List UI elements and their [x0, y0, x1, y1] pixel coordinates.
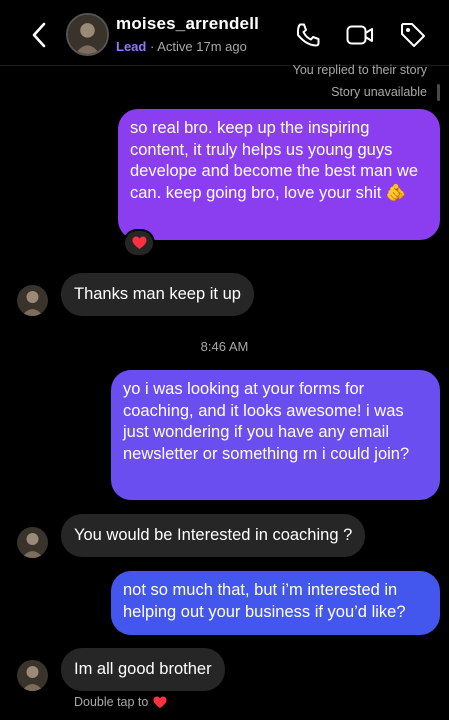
double-tap-text: Double tap to	[74, 695, 149, 709]
outgoing-message[interactable]: so real bro. keep up the inspiring conte…	[118, 109, 440, 240]
message-text: so real bro. keep up the inspiring conte…	[130, 119, 419, 202]
tag-icon[interactable]	[398, 20, 428, 50]
outgoing-message[interactable]: yo i was looking at your forms for coach…	[111, 370, 440, 500]
lead-label: Lead	[116, 39, 147, 54]
header-avatar[interactable]	[66, 13, 109, 56]
chat-header: moises_arrendell Lead · Active 17m ago	[0, 0, 449, 66]
message-timestamp: 8:46 AM	[200, 339, 249, 354]
contact-avatar[interactable]	[17, 527, 48, 558]
message-text: Thanks man keep it up	[74, 284, 241, 303]
story-reply-note: You replied to their story	[292, 63, 427, 77]
pointing-emoji: 🫵	[385, 183, 407, 202]
active-status: Active 17m ago	[157, 39, 247, 54]
heart-icon[interactable]	[153, 695, 167, 709]
outgoing-message[interactable]: not so much that, but i’m interested in …	[111, 571, 440, 635]
message-text: You would be Interested in coaching ?	[74, 525, 353, 544]
contact-avatar[interactable]	[17, 285, 48, 316]
contact-subtitle: Lead · Active 17m ago	[116, 39, 247, 54]
back-chevron-icon[interactable]	[26, 20, 52, 50]
message-reaction[interactable]	[123, 229, 155, 257]
incoming-message[interactable]: Thanks man keep it up	[61, 273, 254, 316]
heart-reaction-icon	[132, 236, 146, 249]
status-separator: ·	[149, 39, 155, 54]
message-text: Im all good brother	[74, 659, 212, 678]
video-icon[interactable]	[345, 20, 375, 50]
contact-avatar[interactable]	[17, 660, 48, 691]
incoming-message[interactable]: Im all good brother	[61, 648, 225, 691]
story-unavailable-note[interactable]: Story unavailable	[331, 85, 427, 99]
contact-username[interactable]: moises_arrendell	[116, 14, 259, 34]
message-text: not so much that, but i’m interested in …	[123, 581, 406, 621]
phone-icon[interactable]	[293, 20, 323, 50]
message-text: yo i was looking at your forms for coach…	[123, 380, 410, 463]
double-tap-hint: Double tap to	[74, 695, 167, 709]
incoming-message[interactable]: You would be Interested in coaching ?	[61, 514, 366, 557]
story-preview-bar	[437, 84, 440, 101]
